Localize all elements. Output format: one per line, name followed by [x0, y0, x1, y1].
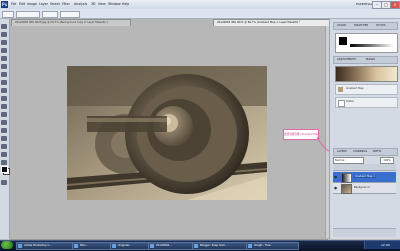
- adjustment-row[interactable]: Gradient Map: [335, 84, 398, 95]
- color-ramp[interactable]: [350, 44, 394, 47]
- tab-layers[interactable]: LAYERS: [335, 149, 349, 155]
- menu-select[interactable]: Select: [50, 2, 60, 6]
- adjustment-row-label: Gradient Map: [346, 87, 364, 90]
- document-tab-label: 20120804 IMG 0025.jpg @ 66.7% (Backgroun…: [15, 21, 109, 24]
- gradient-map-preview[interactable]: [335, 66, 398, 82]
- blur-tool-icon[interactable]: [1, 120, 7, 125]
- layer-name: Gradient Map 1: [354, 175, 377, 178]
- taskbar-item[interactable]: Adobe Photoshop C...: [16, 242, 77, 250]
- layer-thumbnail: [341, 184, 352, 194]
- eyedropper-tool-icon[interactable]: [1, 64, 7, 69]
- layer-row[interactable]: ● Gradient Map 1: [333, 172, 396, 183]
- clone-stamp-tool-icon[interactable]: [1, 88, 7, 93]
- option-dropdown[interactable]: [42, 11, 58, 18]
- lasso-tool-icon[interactable]: [1, 40, 7, 45]
- brush-tool-icon[interactable]: [1, 80, 7, 85]
- document-tab-1[interactable]: 20120804 IMG 0025.jpg @ 66.7% (Backgroun…: [11, 19, 131, 26]
- quick-select-tool-icon[interactable]: [1, 48, 7, 53]
- crop-tool-icon[interactable]: [1, 56, 7, 61]
- taskbar-item[interactable]: Originals: [110, 242, 153, 250]
- eye-icon[interactable]: ●: [334, 186, 338, 190]
- annotation-callout: 選擇漸層對應 (Gradient Map): [283, 129, 319, 140]
- app-icon: [74, 244, 78, 248]
- taskbar-item-label: Originals: [118, 244, 130, 247]
- menu-image[interactable]: Image: [27, 2, 37, 6]
- browser-icon: [194, 244, 198, 248]
- shape-tool-icon[interactable]: [1, 160, 7, 165]
- dodge-tool-icon[interactable]: [1, 128, 7, 133]
- pen-tool-icon[interactable]: [1, 136, 7, 141]
- opacity-field[interactable]: 100%: [380, 157, 394, 164]
- eraser-tool-icon[interactable]: [1, 104, 7, 109]
- menu-edit[interactable]: Edit: [19, 2, 25, 6]
- document-tab-2[interactable]: 20120804 IMG 0031 @ 66.7% (Gradient Map …: [213, 19, 335, 26]
- menu-file[interactable]: File: [11, 2, 16, 6]
- gradient-tool-icon[interactable]: [1, 112, 7, 117]
- tab-masks[interactable]: MASKS: [364, 57, 377, 63]
- foreground-color-chip[interactable]: [338, 36, 348, 46]
- layer-row[interactable]: ● Background: [333, 183, 396, 194]
- taskbar-item[interactable]: Blogger: Soap Gom...: [192, 242, 251, 250]
- photoshop-logo-icon: Ps: [1, 1, 8, 8]
- type-tool-icon[interactable]: [1, 144, 7, 149]
- checkbox-icon[interactable]: [338, 100, 345, 107]
- adjustment-row-label: Dither: [346, 100, 355, 103]
- foreground-color-swatch[interactable]: [1, 166, 8, 173]
- start-button[interactable]: [1, 241, 13, 249]
- tab-color[interactable]: COLOR: [335, 23, 348, 29]
- taskbar-item-label: Blogger: Soap Gom...: [200, 244, 228, 247]
- blend-mode-select[interactable]: Normal: [333, 157, 364, 164]
- layers-panel-tabs: LAYERS CHANNELS PATHS: [333, 148, 398, 156]
- image-icon: [150, 244, 154, 248]
- tab-paths[interactable]: PATHS: [371, 149, 383, 155]
- taskbar-item[interactable]: 20120804...: [148, 242, 197, 250]
- menu-window[interactable]: Window: [108, 2, 121, 6]
- option-field[interactable]: [16, 11, 40, 18]
- tool-preset-picker[interactable]: [2, 11, 14, 18]
- menu-view[interactable]: View: [98, 2, 106, 6]
- move-tool-icon[interactable]: [1, 24, 7, 29]
- taskbar-item-label: Adobe Photoshop C...: [24, 244, 52, 247]
- tab-channels[interactable]: CHANNELS: [351, 149, 369, 155]
- tab-styles[interactable]: STYLES: [374, 23, 388, 29]
- gradient-thumb-icon: [338, 87, 343, 92]
- menu-filter[interactable]: Filter: [62, 2, 70, 6]
- healing-brush-tool-icon[interactable]: [1, 72, 7, 77]
- path-selection-tool-icon[interactable]: [1, 152, 7, 157]
- option-dropdown[interactable]: [60, 11, 80, 18]
- adjustments-panel-tabs: ADJUSTMENTS MASKS: [333, 56, 398, 64]
- clock[interactable]: 12:00: [381, 243, 390, 247]
- marquee-tool-icon[interactable]: [1, 32, 7, 37]
- app-icon: [18, 244, 22, 248]
- snagit-icon: [248, 244, 252, 248]
- history-brush-tool-icon[interactable]: [1, 96, 7, 101]
- tab-adjustments[interactable]: ADJUSTMENTS: [335, 57, 358, 63]
- lock-fill-row: [333, 164, 396, 171]
- layer-thumbnail: [341, 173, 352, 183]
- menu-layer[interactable]: Layer: [39, 2, 48, 6]
- sepia-rail-wheel-image: [67, 66, 267, 200]
- close-icon[interactable]: ×: [390, 1, 400, 9]
- photo-canvas[interactable]: [67, 66, 267, 200]
- tab-swatches[interactable]: SWATCHES: [352, 23, 370, 29]
- color-panel-tabs: COLOR SWATCHES STYLES: [333, 22, 398, 30]
- document-tab-label: 20120804 IMG 0031 @ 66.7% (Gradient Map …: [217, 21, 300, 24]
- menu-3d[interactable]: 3D: [91, 2, 95, 6]
- menu-analysis[interactable]: Analysis: [74, 2, 87, 6]
- layer-name: Background: [354, 186, 370, 189]
- menu-help[interactable]: Help: [122, 2, 129, 6]
- color-picker[interactable]: [335, 33, 398, 53]
- adjustment-row[interactable]: Dither: [335, 97, 398, 108]
- taskbar-item-label: Bloc...: [80, 244, 88, 247]
- eye-icon[interactable]: ●: [334, 175, 338, 179]
- taskbar-item-label: Snaglt - Flow: [254, 244, 271, 247]
- taskbar-item[interactable]: Snaglt - Flow: [246, 242, 299, 250]
- quick-mask-icon[interactable]: [1, 180, 7, 185]
- taskbar-item-label: 20120804...: [156, 244, 172, 247]
- taskbar-item[interactable]: Bloc...: [72, 242, 115, 250]
- folder-icon: [112, 244, 116, 248]
- layers-footer-buttons[interactable]: [333, 228, 396, 237]
